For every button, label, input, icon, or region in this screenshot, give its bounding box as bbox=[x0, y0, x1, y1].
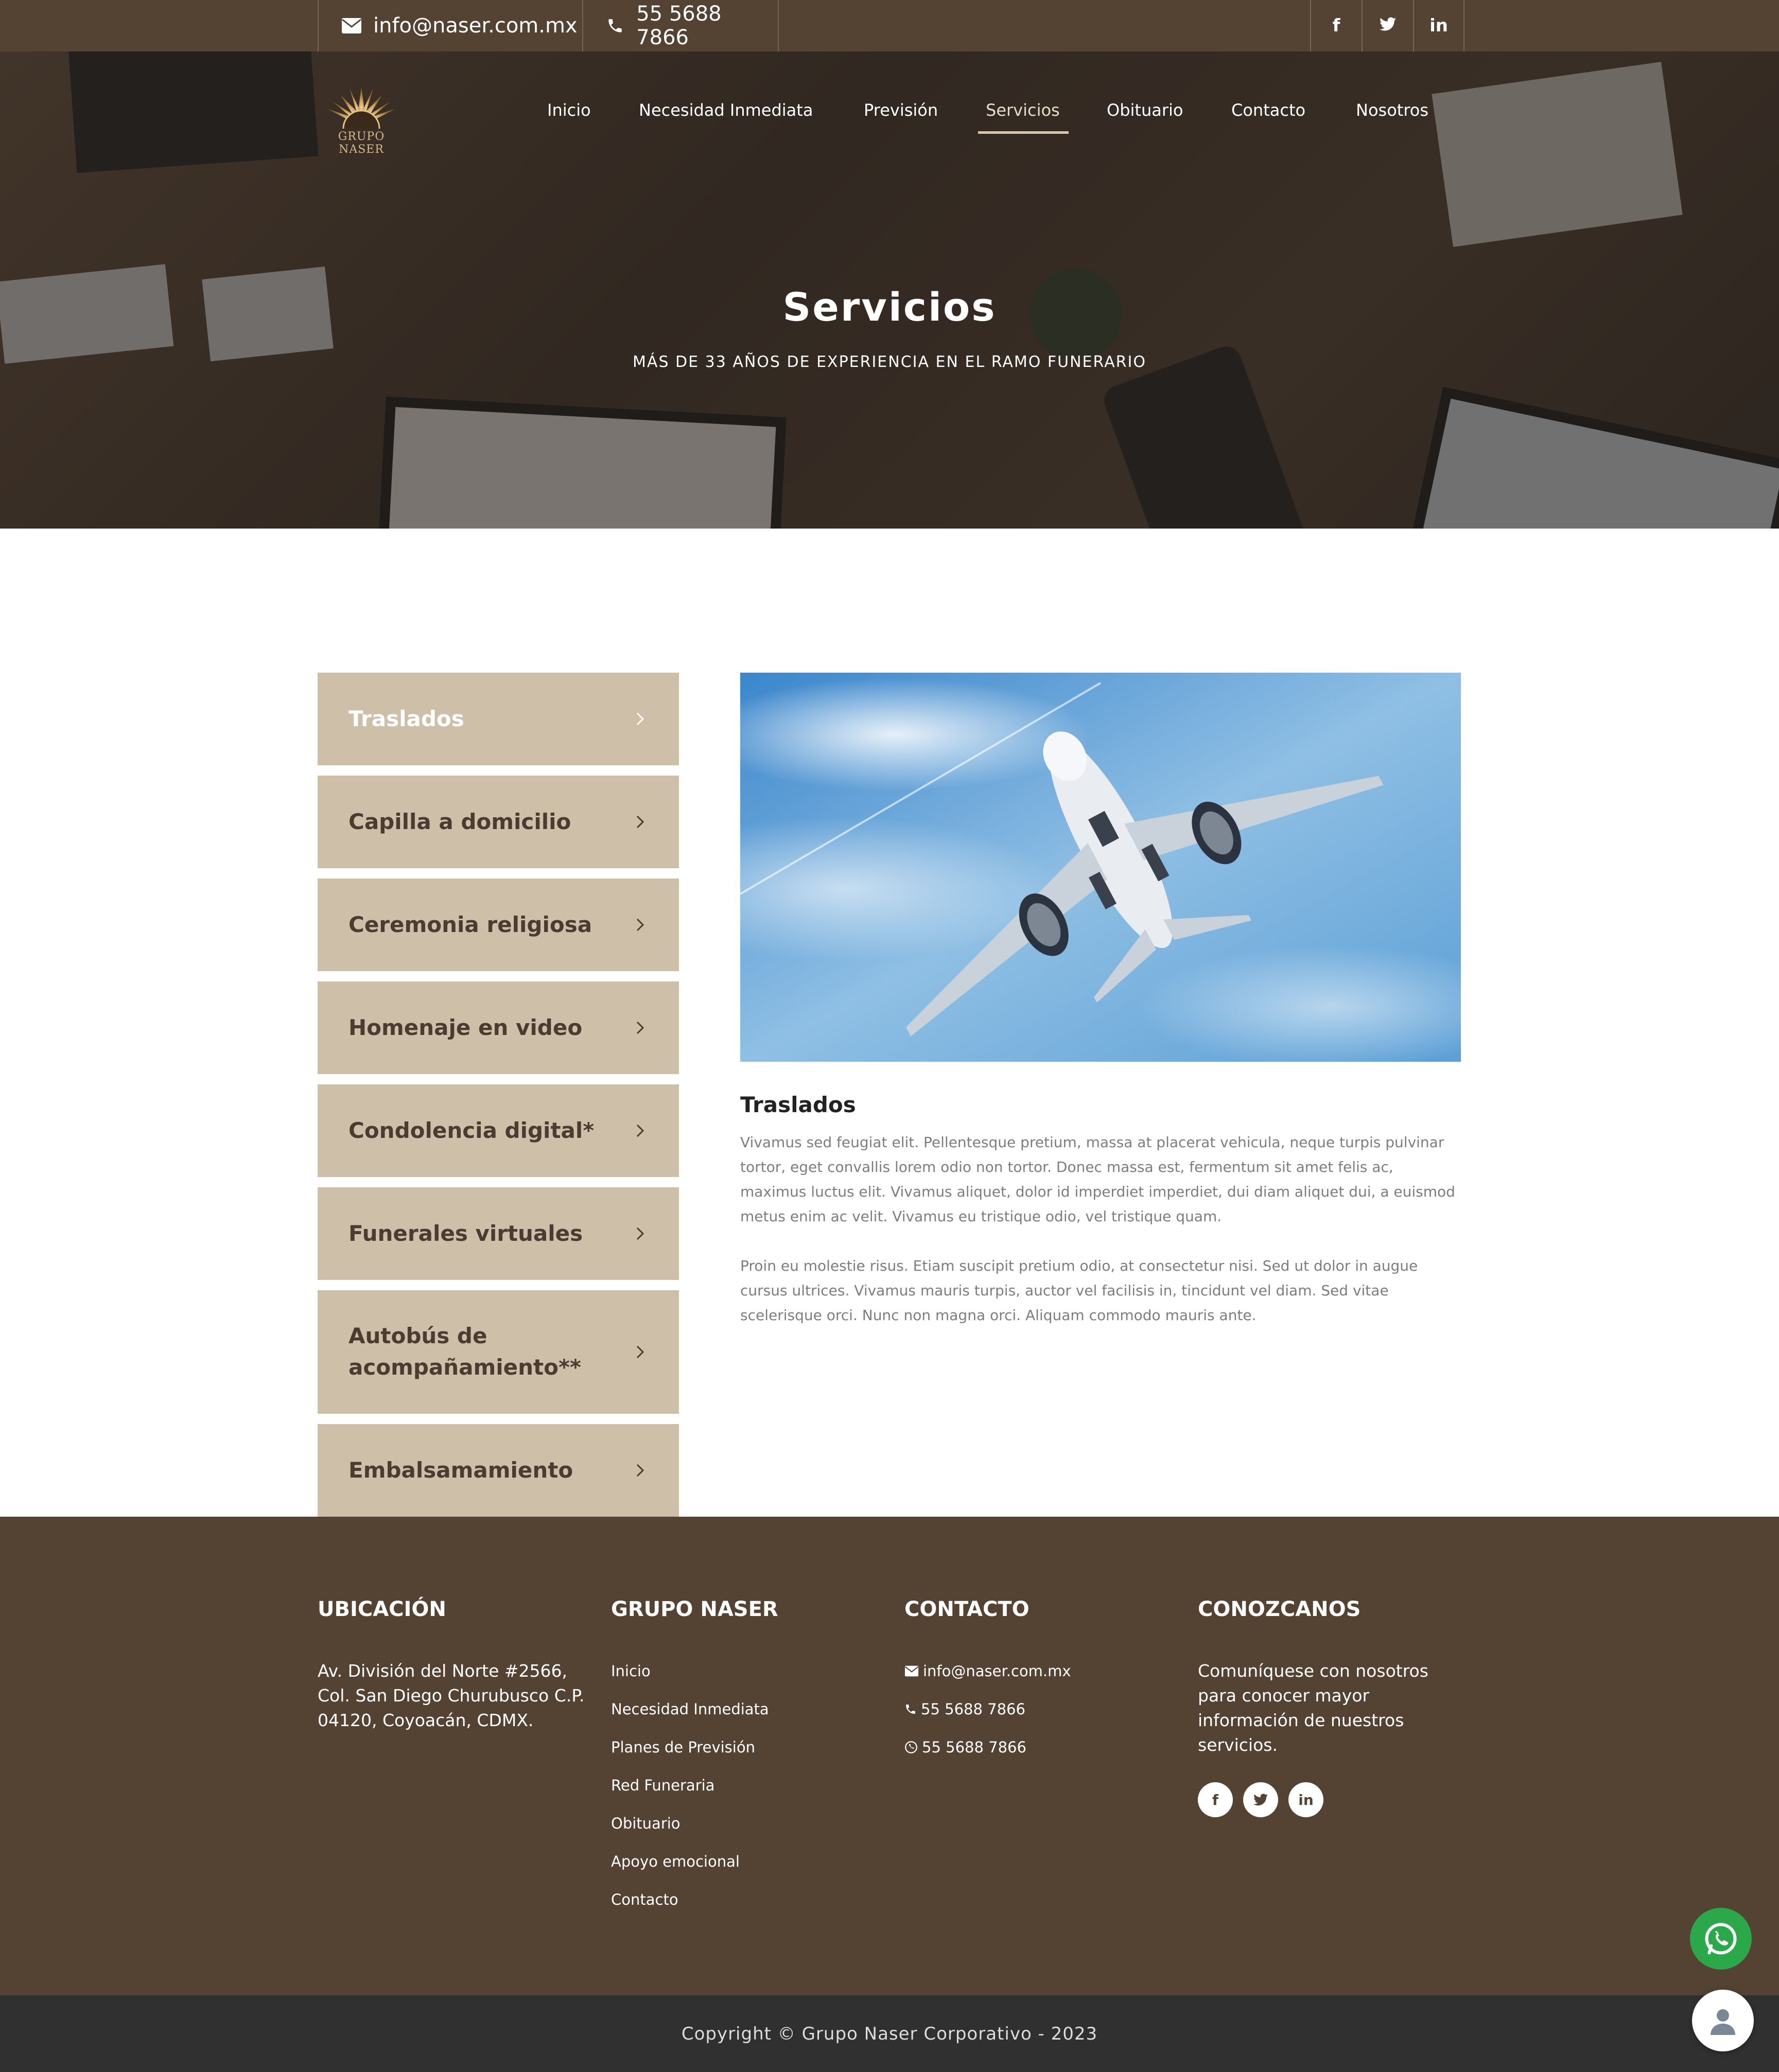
service-item-label: Embalsamamiento bbox=[348, 1457, 573, 1483]
phone-icon bbox=[604, 14, 626, 37]
service-item-autobus[interactable]: Autobús de acompañamiento** bbox=[318, 1290, 679, 1414]
nav-item-nosotros[interactable]: Nosotros bbox=[1356, 100, 1428, 120]
topbar-email-text: info@naser.com.mx bbox=[373, 14, 578, 38]
footer-contact-whatsapp-text: 55 5688 7866 bbox=[922, 1739, 1026, 1756]
service-item-label: Autobús de acompañamiento** bbox=[348, 1323, 581, 1380]
footer-link-inicio[interactable]: Inicio bbox=[611, 1662, 651, 1680]
footer-contact-email-text: info@naser.com.mx bbox=[923, 1662, 1071, 1680]
footer-address-line: Av. División del Norte #2566, bbox=[318, 1661, 568, 1681]
phone-icon bbox=[904, 1703, 917, 1715]
chevron-right-icon bbox=[633, 712, 648, 726]
nav-active-indicator bbox=[978, 131, 1069, 134]
topbar-facebook-link[interactable]: f bbox=[1310, 0, 1362, 51]
service-item-traslados[interactable]: Traslados bbox=[318, 673, 679, 765]
chevron-right-icon bbox=[633, 918, 648, 932]
footer-twitter-link[interactable] bbox=[1243, 1782, 1278, 1817]
footer-location-heading: UBICACIÓN bbox=[318, 1597, 446, 1621]
copyright-bar: Copyright © Grupo Naser Corporativo - 20… bbox=[0, 1995, 1779, 2072]
chevron-right-icon bbox=[633, 1226, 648, 1241]
envelope-icon bbox=[340, 14, 363, 37]
nav-item-servicios[interactable]: Servicios bbox=[986, 100, 1060, 120]
nav-item-inicio[interactable]: Inicio bbox=[547, 100, 591, 120]
chevron-right-icon bbox=[633, 1021, 648, 1035]
footer-link-necesidad-inmediata[interactable]: Necesidad Inmediata bbox=[611, 1700, 769, 1718]
footer-about-line: información de nuestros bbox=[1198, 1710, 1404, 1730]
footer-facebook-link[interactable]: f bbox=[1198, 1782, 1233, 1817]
footer-about-line: Comuníquese con nosotros bbox=[1198, 1661, 1428, 1681]
service-item-label: Traslados bbox=[348, 706, 464, 731]
logo-text: GRUPO NASER bbox=[338, 130, 385, 156]
topbar-phone[interactable]: 55 5688 7866 bbox=[582, 0, 779, 51]
page-title: Servicios bbox=[782, 284, 997, 330]
footer-contact-email[interactable]: info@naser.com.mx bbox=[904, 1662, 1071, 1680]
service-item-label: Homenaje en video bbox=[348, 1014, 583, 1040]
twitter-icon bbox=[1380, 15, 1396, 36]
service-item-label: Ceremonia religiosa bbox=[348, 911, 592, 937]
footer-linkedin-link[interactable]: in bbox=[1288, 1782, 1323, 1817]
footer-address-line: 04120, Coyoacán, CDMX. bbox=[318, 1710, 534, 1730]
nav-item-obituario[interactable]: Obituario bbox=[1107, 100, 1183, 120]
topbar-phone-text: 55 5688 7866 bbox=[636, 2, 722, 49]
page-subtitle: MÁS DE 33 AÑOS DE EXPERIENCIA EN EL RAMO… bbox=[633, 353, 1146, 371]
content-paragraph-2: Proin eu molestie risus. Etiam suscipit … bbox=[740, 1257, 1418, 1324]
service-item-condolencia[interactable]: Condolencia digital* bbox=[318, 1084, 679, 1177]
sun-logo-icon bbox=[328, 87, 395, 129]
top-contact-bar: info@naser.com.mx 55 5688 7866 f in bbox=[0, 0, 1779, 51]
footer-grupo-heading: GRUPO NASER bbox=[611, 1597, 778, 1621]
footer-address-line: Col. San Diego Churubusco C.P. bbox=[318, 1685, 585, 1706]
service-item-label: Condolencia digital* bbox=[348, 1117, 595, 1143]
topbar-email[interactable]: info@naser.com.mx bbox=[318, 0, 582, 51]
nav-item-contacto[interactable]: Contacto bbox=[1231, 100, 1305, 120]
footer-link-red-funeraria[interactable]: Red Funeraria bbox=[611, 1777, 714, 1794]
service-item-label: Capilla a domicilio bbox=[348, 809, 571, 834]
whatsapp-icon bbox=[1705, 1923, 1737, 1955]
user-icon bbox=[1711, 2009, 1735, 2035]
copyright-text: Copyright © Grupo Naser Corporativo - 20… bbox=[681, 2023, 1098, 2044]
twitter-icon bbox=[1253, 1794, 1268, 1806]
service-item-embalsamamiento[interactable]: Embalsamamiento bbox=[318, 1424, 679, 1517]
chevron-right-icon bbox=[633, 1345, 648, 1359]
user-avatar-button[interactable] bbox=[1692, 1990, 1754, 2051]
facebook-icon: f bbox=[1212, 1791, 1219, 1808]
topbar-linkedin-link[interactable]: in bbox=[1413, 0, 1464, 51]
content-title: Traslados bbox=[740, 1092, 856, 1117]
footer-address: Av. División del Norte #2566, Col. San D… bbox=[318, 1659, 584, 1733]
site-footer: UBICACIÓN Av. División del Norte #2566, … bbox=[0, 1517, 1779, 1995]
footer-about-line: para conocer mayor bbox=[1198, 1685, 1370, 1706]
footer-link-contacto[interactable]: Contacto bbox=[611, 1891, 678, 1908]
footer-about-line: servicios. bbox=[1198, 1735, 1278, 1755]
footer-contact-heading: CONTACTO bbox=[904, 1597, 1030, 1621]
envelope-icon bbox=[904, 1665, 919, 1677]
footer-about-heading: CONOZCANOS bbox=[1198, 1597, 1361, 1621]
footer-contact-phone[interactable]: 55 5688 7866 bbox=[904, 1700, 1025, 1718]
whatsapp-floating-button[interactable] bbox=[1690, 1908, 1752, 1970]
nav-item-necesidad-inmediata[interactable]: Necesidad Inmediata bbox=[639, 100, 813, 120]
topbar-twitter-link[interactable] bbox=[1362, 0, 1413, 51]
airplane-photo bbox=[740, 673, 1461, 1062]
linkedin-icon: in bbox=[1298, 1791, 1314, 1808]
linkedin-icon: in bbox=[1429, 15, 1448, 36]
facebook-icon: f bbox=[1332, 15, 1340, 36]
footer-about-text: Comuníquese con nosotros para conocer ma… bbox=[1198, 1659, 1428, 1758]
footer-contact-phone-text: 55 5688 7866 bbox=[921, 1700, 1025, 1718]
chevron-right-icon bbox=[633, 815, 648, 829]
footer-contact-whatsapp[interactable]: 55 5688 7866 bbox=[904, 1739, 1026, 1756]
content-paragraph-1: Vivamus sed feugiat elit. Pellentesque p… bbox=[740, 1134, 1455, 1225]
footer-link-planes[interactable]: Planes de Previsión bbox=[611, 1739, 755, 1756]
footer-link-obituario[interactable]: Obituario bbox=[611, 1815, 681, 1832]
chevron-right-icon bbox=[633, 1123, 648, 1138]
chevron-right-icon bbox=[633, 1463, 648, 1478]
service-item-label: Funerales virtuales bbox=[348, 1220, 583, 1246]
service-item-homenaje[interactable]: Homenaje en video bbox=[318, 981, 679, 1074]
whatsapp-icon bbox=[904, 1741, 918, 1754]
nav-item-prevision[interactable]: Previsión bbox=[864, 100, 938, 120]
service-item-capilla[interactable]: Capilla a domicilio bbox=[318, 776, 679, 868]
service-item-funerales-virtuales[interactable]: Funerales virtuales bbox=[318, 1187, 679, 1280]
footer-link-apoyo-emocional[interactable]: Apoyo emocional bbox=[611, 1853, 740, 1870]
service-item-ceremonia[interactable]: Ceremonia religiosa bbox=[318, 879, 679, 971]
